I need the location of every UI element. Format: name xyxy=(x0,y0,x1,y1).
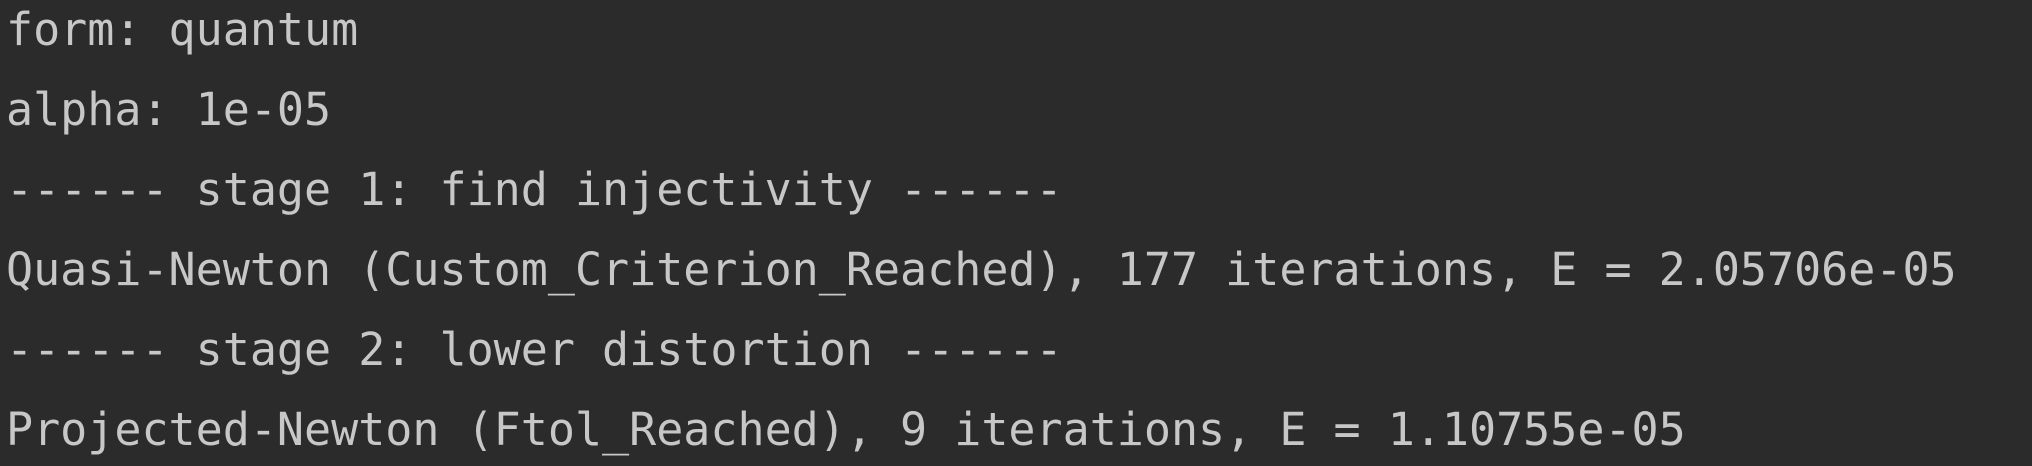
console-line-stage1-result: Quasi-Newton (Custom_Criterion_Reached),… xyxy=(6,243,1957,296)
console-output[interactable]: form: quantum alpha: 1e-05 ------ stage … xyxy=(0,0,2032,466)
console-line-stage2-result: Projected-Newton (Ftol_Reached), 9 itera… xyxy=(6,403,1686,456)
console-line-stage1-header: ------ stage 1: find injectivity ------ xyxy=(6,163,1063,216)
console-line-alpha: alpha: 1e-05 xyxy=(6,83,332,136)
console-line-form: form: quantum xyxy=(6,3,359,56)
console-line-stage2-header: ------ stage 2: lower distortion ------ xyxy=(6,323,1063,376)
